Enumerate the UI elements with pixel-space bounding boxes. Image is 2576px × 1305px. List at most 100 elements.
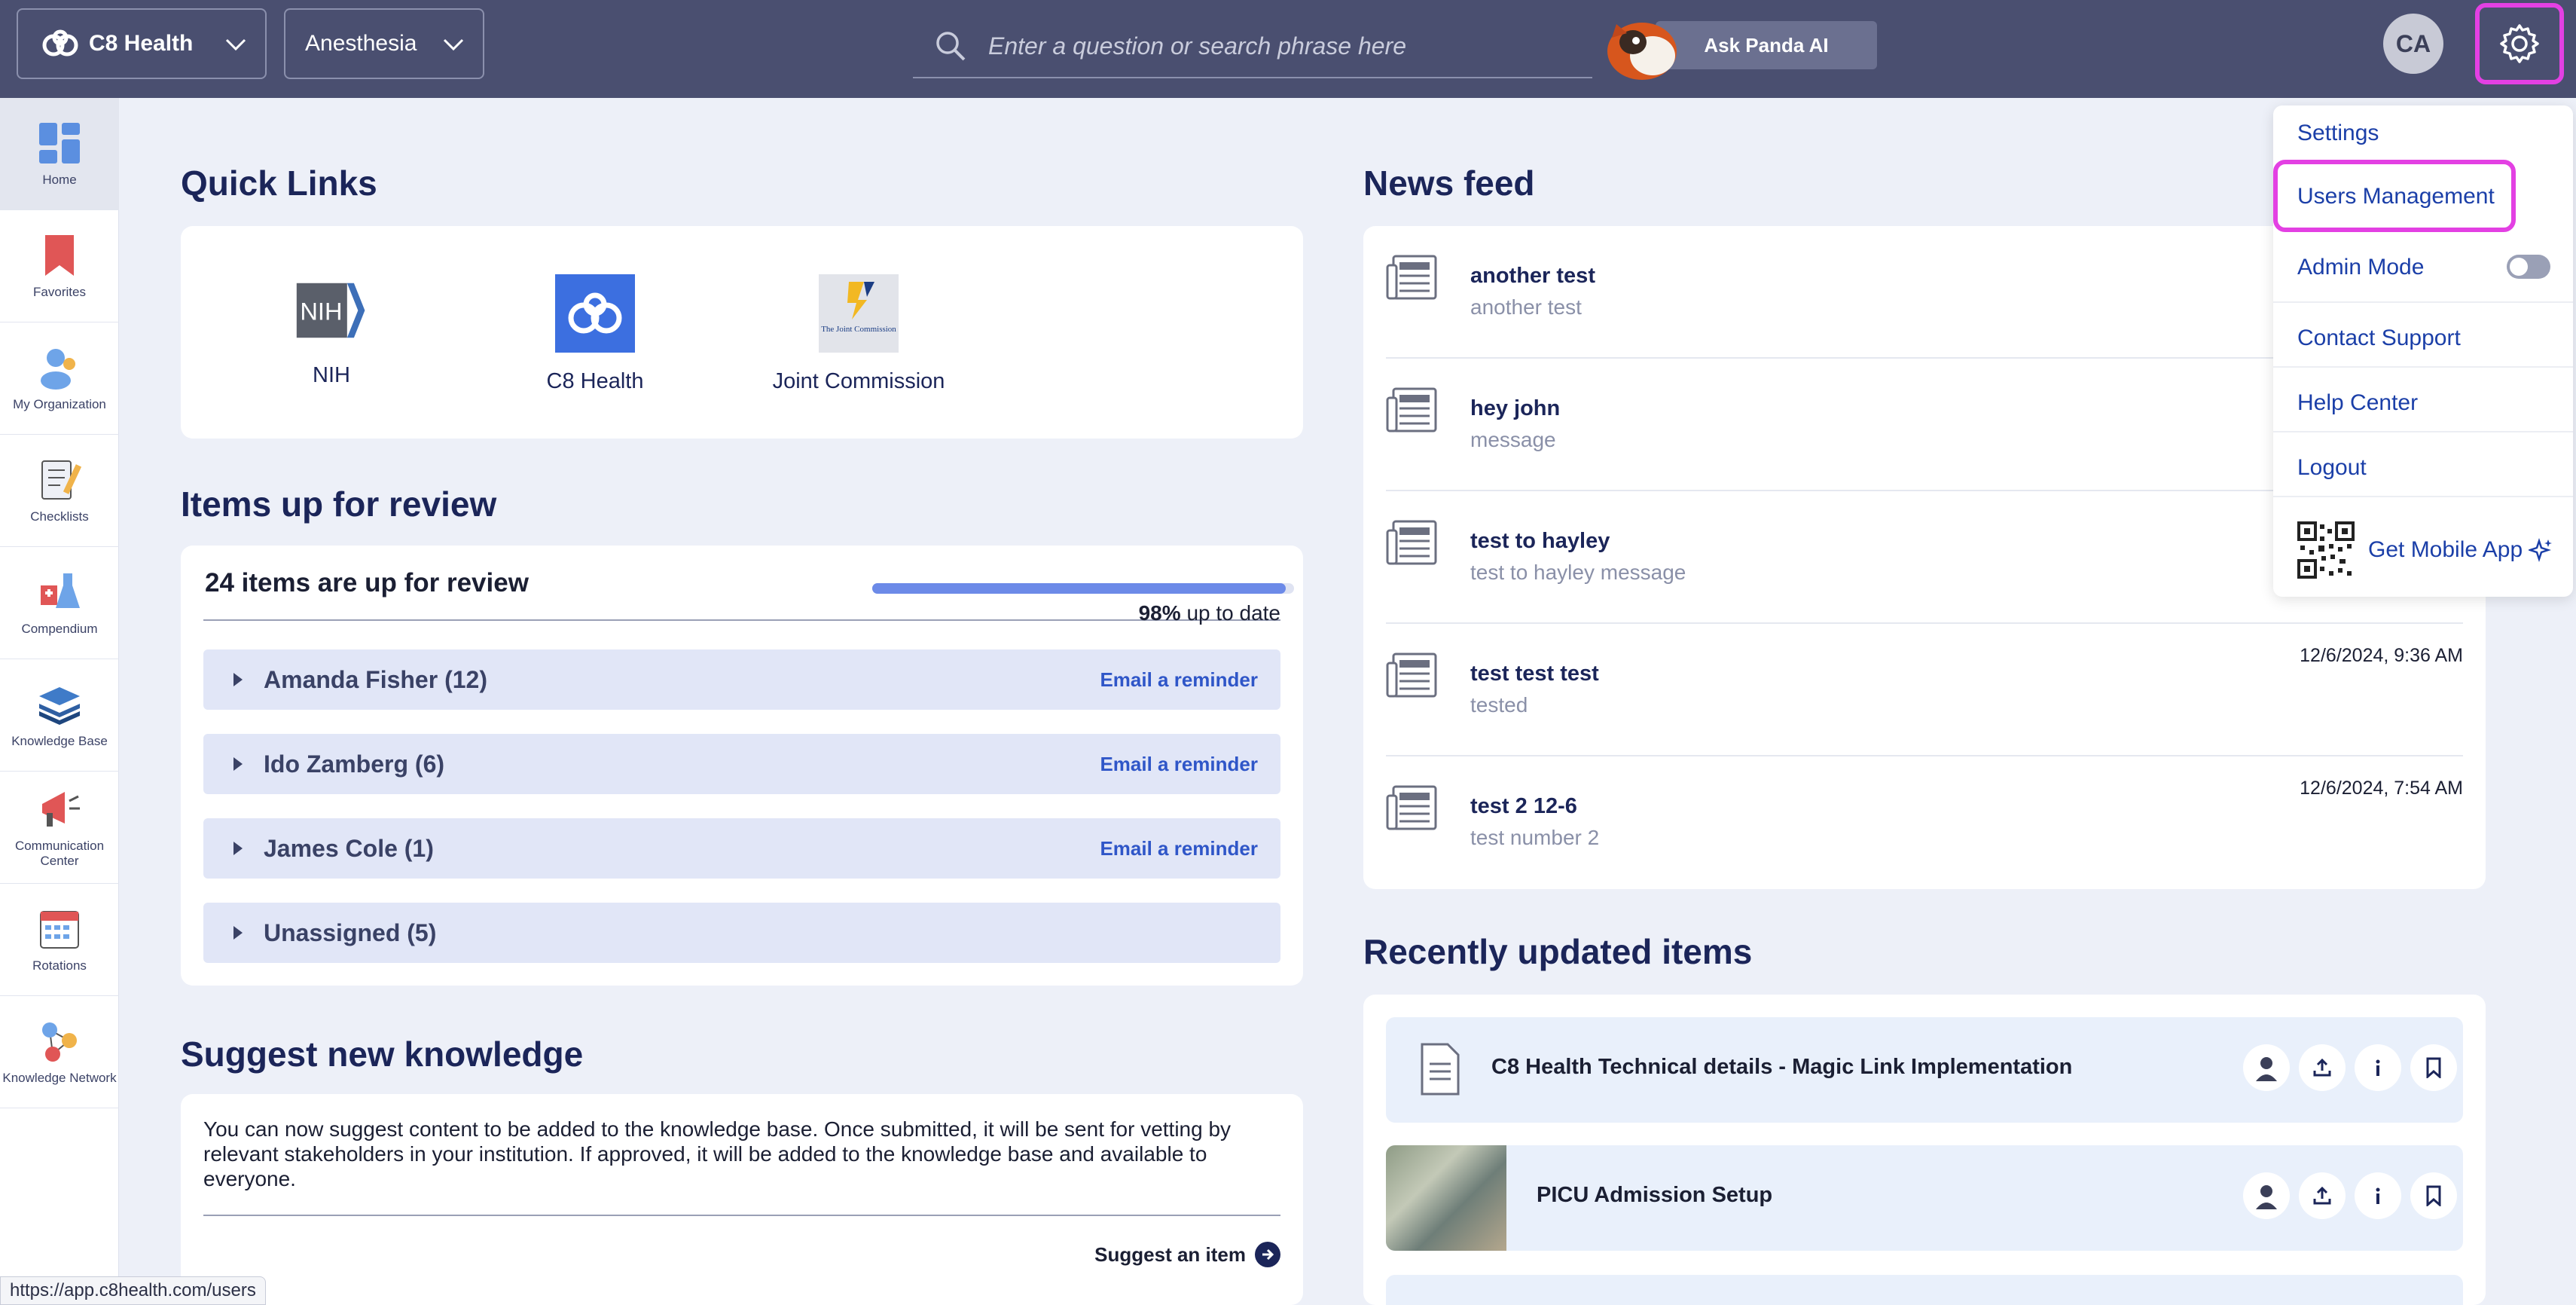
news-item-title: another test	[1470, 264, 1595, 288]
email-reminder-link[interactable]: Email a reminder	[1100, 837, 1258, 860]
review-card: 24 items are up for review 98% up to dat…	[181, 546, 1303, 986]
sidebar-item-label: Favorites	[33, 284, 86, 299]
expand-caret-icon	[233, 673, 243, 686]
sidebar-item-knowledge-network[interactable]: Knowledge Network	[0, 996, 119, 1108]
quick-link-label: Joint Commission	[772, 369, 945, 393]
quick-link-joint-commission[interactable]: The Joint Commission Joint Commission	[746, 274, 972, 394]
recent-title: Recently updated items	[1363, 932, 1753, 971]
email-reminder-link[interactable]: Email a reminder	[1100, 668, 1258, 692]
news-item-title: hey john	[1470, 396, 1561, 420]
joint-commission-logo-icon: The Joint Commission	[819, 274, 899, 353]
bookmark-icon[interactable]	[2410, 1172, 2457, 1219]
menu-item-contact-support[interactable]: Contact Support	[2273, 325, 2573, 351]
ask-panda-ai-button[interactable]: Ask Panda AI	[1603, 9, 1877, 84]
newspaper-icon	[1386, 255, 1437, 300]
owner-avatar-icon[interactable]	[2243, 1044, 2290, 1091]
c8-logo-icon	[555, 274, 635, 353]
checklist-icon	[41, 460, 82, 500]
sidebar-item-favorites[interactable]: Favorites	[0, 210, 119, 322]
news-item-date: 12/6/2024, 7:54 AM	[2300, 778, 2463, 799]
share-icon[interactable]	[2299, 1044, 2346, 1091]
quick-links-title: Quick Links	[181, 164, 377, 203]
menu-item-settings[interactable]: Settings	[2273, 121, 2573, 146]
sidebar-item-label: Compendium	[21, 621, 98, 636]
department-select[interactable]: Anesthesia	[284, 8, 484, 79]
menu-item-get-mobile-app[interactable]: Get Mobile App	[2297, 521, 2553, 579]
menu-item-help-center[interactable]: Help Center	[2273, 390, 2573, 416]
owner-avatar-icon[interactable]	[2243, 1172, 2290, 1219]
suggest-title: Suggest new knowledge	[181, 1035, 584, 1074]
expand-caret-icon	[233, 842, 243, 855]
news-item-subtitle: test to hayley message	[1470, 561, 1686, 584]
newspaper-icon	[1386, 387, 1437, 432]
review-row-label: Ido Zamberg (6)	[264, 750, 445, 778]
review-uptodate: 98% up to date	[1139, 601, 1280, 625]
organization-label: C8 Health	[89, 31, 194, 56]
sidebar-item-home[interactable]: Home	[0, 98, 119, 210]
settings-gear-button[interactable]	[2475, 3, 2564, 84]
status-bar-url: https://app.c8health.com/users	[0, 1276, 266, 1305]
review-row[interactable]: Amanda Fisher (12) Email a reminder	[203, 649, 1280, 710]
news-item[interactable]: test test test tested 12/6/2024, 9:36 AM	[1386, 624, 2463, 756]
sidebar-item-checklists[interactable]: Checklists	[0, 435, 119, 547]
quick-link-label: NIH	[313, 363, 350, 387]
review-progress-fill	[872, 583, 1286, 594]
review-row-label: James Cole (1)	[264, 834, 434, 862]
top-bar: C8 Health Anesthesia Enter a question or…	[0, 0, 2576, 98]
quick-link-c8-health[interactable]: C8 Health	[527, 274, 663, 394]
sidebar-item-knowledge-base[interactable]: Knowledge Base	[0, 659, 119, 772]
organization-select[interactable]: C8 Health	[17, 8, 267, 79]
news-item-subtitle: tested	[1470, 693, 1528, 717]
quick-links-card: NIH NIH C8 Health The Joint Commission J…	[181, 226, 1303, 439]
nih-logo-icon: NIH	[296, 283, 365, 338]
recent-item-title: PICU Admission Setup	[1537, 1183, 1773, 1207]
svg-text:The Joint Commission: The Joint Commission	[821, 325, 896, 334]
get-mobile-app-label: Get Mobile App	[2368, 537, 2523, 562]
admin-mode-toggle[interactable]	[2507, 255, 2550, 279]
sidebar-item-communication-center[interactable]: Communication Center	[0, 772, 119, 884]
user-avatar[interactable]: CA	[2383, 14, 2443, 74]
menu-item-logout[interactable]: Logout	[2273, 455, 2573, 481]
share-icon[interactable]	[2299, 1172, 2346, 1219]
sidebar-item-compendium[interactable]: Compendium	[0, 547, 119, 659]
sidebar-item-label: Home	[42, 172, 77, 187]
panda-mascot-icon	[1607, 23, 1677, 80]
suggest-item-button[interactable]: Suggest an item	[1094, 1242, 1280, 1267]
review-header: 24 items are up for review 98% up to dat…	[203, 568, 1294, 625]
news-item-date: 12/6/2024, 9:36 AM	[2300, 645, 2463, 666]
news-item[interactable]: test 2 12-6 test number 2 12/6/2024, 7:5…	[1386, 756, 2463, 889]
quick-link-nih[interactable]: NIH NIH	[279, 274, 384, 388]
info-icon[interactable]	[2355, 1172, 2401, 1219]
gear-icon	[2500, 24, 2539, 63]
review-row[interactable]: Unassigned (5)	[203, 903, 1280, 963]
newspaper-icon	[1386, 520, 1437, 565]
review-row-label: Unassigned (5)	[264, 918, 437, 946]
sidebar-item-label: Rotations	[32, 958, 87, 973]
newspaper-icon	[1386, 785, 1437, 830]
expand-caret-icon	[233, 757, 243, 771]
review-row[interactable]: James Cole (1) Email a reminder	[203, 818, 1280, 879]
calendar-icon	[40, 910, 79, 949]
review-progress-bar	[872, 583, 1294, 594]
sidebar-item-label: Checklists	[30, 509, 89, 524]
menu-divider	[2273, 496, 2573, 497]
info-icon[interactable]	[2355, 1044, 2401, 1091]
news-item-subtitle: another test	[1470, 295, 1582, 319]
search-input[interactable]: Enter a question or search phrase here	[913, 15, 1592, 78]
recent-item[interactable]: PICU Admission Setup	[1386, 1145, 2463, 1251]
suggest-card: You can now suggest content to be added …	[181, 1094, 1303, 1305]
bookmark-icon[interactable]	[2410, 1044, 2457, 1091]
review-row[interactable]: Ido Zamberg (6) Email a reminder	[203, 734, 1280, 794]
flask-icon	[41, 573, 80, 608]
newspaper-icon	[1386, 652, 1437, 698]
recent-item[interactable]: C8 Health Technical details - Magic Link…	[1386, 1017, 2463, 1123]
sidebar-item-my-organization[interactable]: My Organization	[0, 322, 119, 435]
email-reminder-link[interactable]: Email a reminder	[1100, 753, 1258, 776]
review-title: Items up for review	[181, 484, 497, 524]
recent-item[interactable]	[1386, 1275, 2463, 1305]
sidebar-item-rotations[interactable]: Rotations	[0, 884, 119, 996]
menu-item-users-management[interactable]: Users Management	[2273, 184, 2573, 209]
news-item-title: test to hayley	[1470, 529, 1610, 553]
sidebar-item-label: Knowledge Network	[2, 1070, 117, 1085]
sidebar-item-label: Knowledge Base	[11, 733, 108, 748]
